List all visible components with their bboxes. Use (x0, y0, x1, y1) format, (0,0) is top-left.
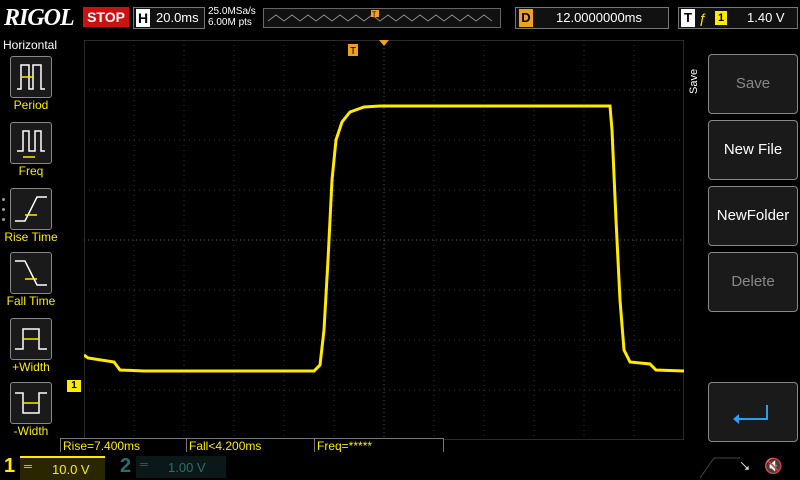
memory-trigger-marker: T (372, 12, 377, 19)
trigger-level: 1.40 V (747, 10, 785, 25)
period-icon (17, 64, 45, 90)
freq-label: Freq (18, 164, 44, 178)
rise-time-button[interactable] (10, 188, 52, 230)
period-label: Period (13, 98, 49, 112)
dc-coupling-icon: ═ (24, 461, 32, 473)
trigger-t-marker: T (348, 44, 358, 57)
freq-icon (17, 130, 45, 158)
fall-time-button[interactable] (10, 252, 52, 294)
return-arrow-icon (733, 405, 768, 424)
ch2-scale: 1.00 V (168, 460, 206, 475)
positive-width-label: +Width (12, 360, 50, 374)
run-stop-status[interactable]: STOP (83, 7, 129, 27)
trigger-display[interactable]: T ƒ 1 1.40 V (678, 7, 798, 29)
memory-depth: 6.00M pts (208, 17, 252, 28)
waveform-display[interactable]: T (84, 40, 684, 440)
dc-coupling-icon: ═ (140, 459, 148, 471)
rigol-logo: RIGOL (4, 5, 75, 31)
channel-status-bar: 1 ═ 10.0 V 2 ═ 1.00 V ⭨ 🔇 (0, 452, 800, 480)
period-button[interactable] (10, 56, 52, 98)
ch1-scale-box[interactable]: ═ 10.0 V (20, 456, 105, 480)
delay-letter: D (519, 9, 533, 27)
svg-text:T: T (350, 46, 356, 57)
rise-time-label: Rise Time (4, 230, 58, 244)
ch2-number[interactable]: 2 (120, 455, 131, 478)
positive-width-button[interactable] (10, 318, 52, 360)
menu-title: Horizontal (2, 38, 58, 52)
negative-width-label: -Width (13, 424, 49, 438)
bottom-right-decoration (700, 457, 740, 478)
usb-icon: ⭨ (740, 458, 750, 475)
freq-button[interactable] (10, 122, 52, 164)
horizontal-measure-menu: Horizontal Period Freq Rise Time Fall Ti… (0, 38, 60, 452)
rising-edge-icon: ƒ (699, 10, 707, 26)
menu-title-vertical: Save (688, 68, 700, 94)
trigger-letter: T (681, 9, 695, 27)
ch1-scale: 10.0 V (52, 462, 90, 477)
ch1-number[interactable]: 1 (4, 455, 15, 478)
page-dot (2, 218, 5, 221)
new-file-button[interactable]: New File (708, 120, 798, 180)
delay-display[interactable]: D 12.0000000ms (515, 7, 669, 29)
memory-overview-strip: T (263, 8, 501, 28)
speaker-muted-icon[interactable]: 🔇 (764, 457, 783, 475)
page-dot (2, 208, 5, 211)
positive-width-icon (15, 328, 47, 350)
top-status-bar: RIGOL STOP H 20.0ms 25.0MSa/s 6.00M pts … (0, 0, 800, 36)
ch2-scale-box[interactable]: ═ 1.00 V (136, 456, 226, 478)
new-folder-button[interactable]: NewFolder (708, 186, 798, 246)
fall-time-label: Fall Time (6, 294, 56, 308)
rise-time-icon (15, 196, 47, 222)
trigger-source: 1 (715, 11, 727, 25)
sample-rate: 25.0MSa/s (208, 6, 256, 17)
delay-value: 12.0000000ms (556, 10, 643, 25)
save-button[interactable]: Save (708, 54, 798, 114)
negative-width-button[interactable] (10, 382, 52, 424)
delete-button[interactable]: Delete (708, 252, 798, 312)
memory-waveform-icon: T (267, 10, 493, 22)
return-button[interactable] (708, 382, 798, 442)
horizontal-letter: H (136, 9, 150, 27)
page-dot (2, 198, 5, 201)
fall-time-icon (15, 260, 47, 286)
ch1-ground-marker[interactable]: 1 (67, 380, 81, 392)
timebase-value: 20.0ms (156, 10, 199, 25)
horizontal-timebase[interactable]: H 20.0ms (133, 7, 205, 29)
sample-info: 25.0MSa/s 6.00M pts (208, 6, 256, 28)
save-menu: Save Save New File NewFolder Delete (686, 38, 800, 452)
negative-width-icon (15, 392, 47, 414)
